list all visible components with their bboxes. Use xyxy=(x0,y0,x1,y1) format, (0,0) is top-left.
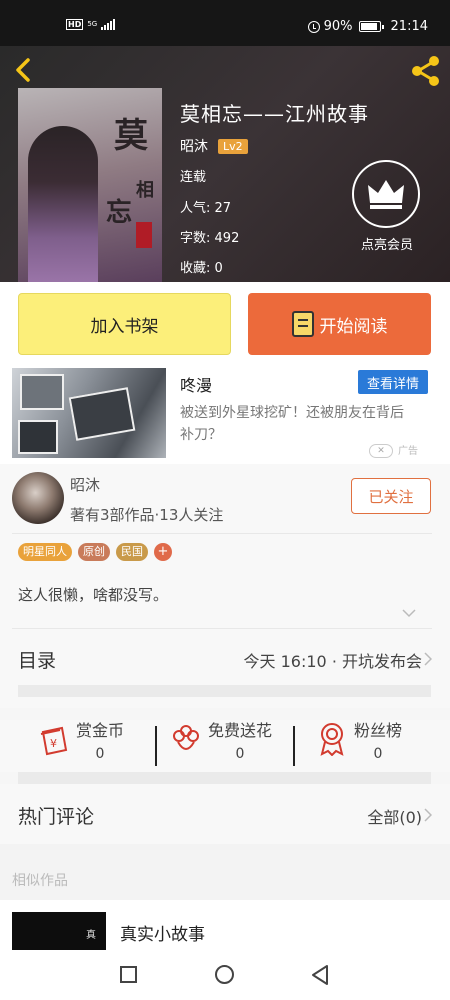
popularity-label: 人气: xyxy=(180,201,211,216)
vip-button[interactable]: 点亮会员 xyxy=(352,160,422,253)
vip-label: 点亮会员 xyxy=(360,238,413,253)
back-triangle-icon[interactable] xyxy=(310,964,330,986)
gift-count: 0 xyxy=(235,746,245,762)
popularity: 人气: 27 xyxy=(180,197,231,216)
recent-apps-icon[interactable] xyxy=(120,966,137,983)
cover-seal xyxy=(136,222,152,248)
tag-list: 明星同人 原创 民国 + xyxy=(18,543,172,561)
cover-char: 莫 xyxy=(114,116,148,156)
network-type: 5G xyxy=(87,20,98,28)
author-bio: 这人很懒，啥都没写。 xyxy=(18,586,169,604)
cover-char: 相 xyxy=(136,180,154,201)
author-card-name[interactable]: 昭沐 xyxy=(70,474,100,495)
home-icon[interactable] xyxy=(215,965,234,984)
avatar[interactable] xyxy=(12,472,64,524)
cover-figure xyxy=(28,126,98,282)
action-bar: 加入书架 开始阅读 xyxy=(0,282,450,368)
all-comments-link[interactable]: 全部(0) xyxy=(367,804,422,828)
book-header: 莫 相 忘 莫相忘——江州故事 昭沐 Lv2 连载 人气: 27 字数: 492… xyxy=(0,46,450,282)
ad-close-icon[interactable]: ✕ xyxy=(369,444,393,458)
signal-icon xyxy=(101,19,116,30)
ad-title: 咚漫 xyxy=(180,376,213,395)
chevron-right-icon[interactable] xyxy=(424,808,432,822)
popularity-value: 27 xyxy=(214,201,232,216)
tag[interactable]: 原创 xyxy=(78,543,110,561)
cover-char: 忘 xyxy=(106,198,133,228)
svg-text:¥: ¥ xyxy=(50,737,57,750)
status-bar: HD 5G 90% 21:14 xyxy=(0,0,450,46)
view-details-button[interactable]: 查看详情 xyxy=(358,370,428,394)
word-count-value: 492 xyxy=(214,231,240,246)
gift-count: 0 xyxy=(373,746,383,762)
fan-ranking-button[interactable]: 粉丝榜 0 xyxy=(316,720,402,772)
medal-icon xyxy=(320,723,344,756)
book-title: 莫相忘——江州故事 xyxy=(180,102,369,126)
level-badge: Lv2 xyxy=(218,138,248,154)
gift-coin-button[interactable]: ¥ 赏金币 0 xyxy=(38,720,124,772)
hot-comments-label: 热门评论 xyxy=(18,806,95,828)
book-cover[interactable]: 莫 相 忘 xyxy=(18,88,162,282)
add-to-shelf-label: 加入书架 xyxy=(90,316,159,337)
gift-label: 免费送花 xyxy=(208,721,273,740)
comments-section: 热门评论 全部(0) xyxy=(0,784,450,844)
coin-gift-icon: ¥ xyxy=(40,726,68,756)
author-name[interactable]: 昭沐 xyxy=(180,136,208,156)
favorites-label: 收藏: xyxy=(180,261,211,276)
add-tag-button[interactable]: + xyxy=(154,543,172,561)
start-reading-label: 开始阅读 xyxy=(319,316,388,337)
similar-cover[interactable]: 真 xyxy=(12,912,106,950)
divider xyxy=(12,628,432,629)
gift-label: 粉丝榜 xyxy=(354,721,403,740)
chevron-down-icon[interactable] xyxy=(402,608,416,618)
toc-label[interactable]: 目录 xyxy=(18,646,56,673)
serial-status: 连载 xyxy=(180,170,207,185)
word-count: 字数: 492 xyxy=(180,227,239,246)
chevron-right-icon[interactable] xyxy=(424,652,432,666)
author-row: 昭沐 Lv2 xyxy=(180,136,248,156)
latest-chapter[interactable]: 今天 16:10 · 开坑发布会 xyxy=(244,648,422,672)
author-section: 昭沐 著有3部作品·13人关注 已关注 明星同人 原创 民国 + 这人很懒，啥都… xyxy=(0,464,450,708)
similar-works: 相似作品 真 真实小故事 xyxy=(0,844,450,950)
word-count-label: 字数: xyxy=(180,231,211,246)
following-label: 已关注 xyxy=(368,487,414,506)
favorites: 收藏: 0 xyxy=(180,257,223,276)
ad-description: 被送到外星球挖矿！还被朋友在背后补刀？ xyxy=(180,405,404,443)
divider xyxy=(293,726,295,766)
gift-label: 赏金币 xyxy=(76,721,125,740)
author-stats: 著有3部作品·13人关注 xyxy=(70,506,224,524)
following-button[interactable]: 已关注 xyxy=(351,478,431,514)
alarm-icon xyxy=(307,20,320,33)
favorites-value: 0 xyxy=(214,261,223,276)
back-icon[interactable] xyxy=(10,56,38,84)
signal-group: HD 5G xyxy=(66,19,116,30)
status-right: 90% 21:14 xyxy=(307,19,428,34)
gift-count: 0 xyxy=(95,746,105,762)
section-gap xyxy=(18,772,431,784)
ad-image[interactable] xyxy=(12,368,166,458)
list-item[interactable]: 真 真实小故事 xyxy=(0,900,450,950)
free-flower-button[interactable]: 免费送花 0 xyxy=(170,720,272,772)
tag[interactable]: 民国 xyxy=(116,543,148,561)
similar-heading: 相似作品 xyxy=(12,873,68,889)
ad-banner[interactable]: 咚漫 查看详情 被送到外星球挖矿！还被朋友在背后补刀？ ✕ 广告 xyxy=(0,368,450,464)
start-reading-button[interactable]: 开始阅读 xyxy=(248,293,431,355)
battery-percent: 90% xyxy=(323,19,353,34)
tag[interactable]: 明星同人 xyxy=(18,543,72,561)
add-to-shelf-button[interactable]: 加入书架 xyxy=(18,293,231,355)
system-nav-bar xyxy=(0,950,450,1000)
book-icon xyxy=(291,311,314,337)
section-gap xyxy=(18,685,431,697)
flower-icon xyxy=(173,725,199,750)
share-icon[interactable] xyxy=(408,54,442,88)
divider xyxy=(12,533,432,534)
crown-icon xyxy=(352,160,420,228)
clock: 21:14 xyxy=(390,19,428,34)
divider xyxy=(155,726,157,766)
battery-icon xyxy=(358,21,384,32)
similar-title[interactable]: 真实小故事 xyxy=(120,920,205,945)
gift-bar: ¥ 赏金币 0 免费送花 0 粉丝榜 0 xyxy=(0,720,450,772)
ad-mark: 广告 xyxy=(398,446,418,457)
hd-badge: HD xyxy=(66,19,84,30)
